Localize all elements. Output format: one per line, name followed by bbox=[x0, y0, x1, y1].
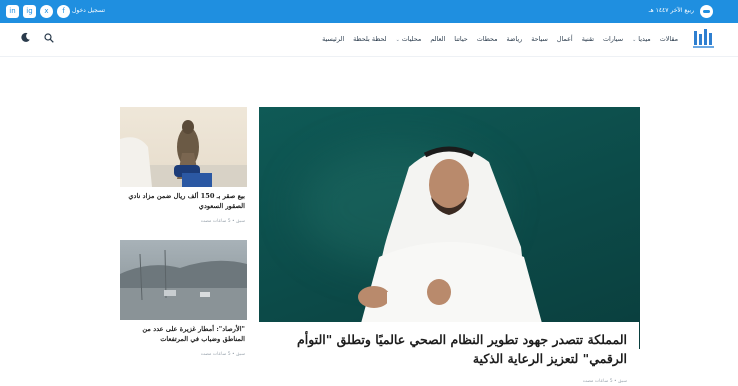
nav-item-business[interactable]: أعمال bbox=[557, 35, 573, 43]
search-icon[interactable] bbox=[44, 33, 54, 43]
card-thumbnail[interactable] bbox=[120, 240, 247, 320]
nav-item-sports[interactable]: رياضة bbox=[507, 35, 523, 43]
chevron-down-icon: ⌄ bbox=[395, 37, 400, 43]
card-thumbnail[interactable] bbox=[120, 107, 247, 187]
card-headline[interactable]: بيع صقر بـ 150 ألف ريال ضمن مزاد نادي ال… bbox=[120, 191, 247, 211]
x-icon[interactable]: x bbox=[40, 5, 53, 18]
hijri-date: ربيع الآخر ١٤٤٧ هـ bbox=[648, 7, 694, 14]
card-meta: سبق • 5 ساعات مضت bbox=[200, 352, 245, 357]
falcon-image bbox=[120, 120, 247, 187]
nav-item-cars[interactable]: سيارات bbox=[603, 35, 623, 43]
login-link[interactable]: تسجيل دخول bbox=[72, 7, 105, 14]
linkedin-icon[interactable]: in bbox=[6, 5, 19, 18]
nav-item-local[interactable]: محليات⌄ bbox=[396, 35, 422, 43]
site-logo[interactable] bbox=[692, 28, 716, 50]
facebook-icon[interactable]: f bbox=[57, 5, 70, 18]
nav-item-live[interactable]: لحظة بلحظة bbox=[353, 35, 386, 43]
nav-item-world[interactable]: العالم bbox=[430, 35, 445, 43]
nav-menu: الرئيسية لحظة بلحظة محليات⌄ العالم حياتن… bbox=[313, 35, 678, 43]
nav-item-life[interactable]: حياتنا bbox=[454, 35, 467, 43]
speaker-figure bbox=[354, 146, 549, 349]
nav-item-tourism[interactable]: سياحة bbox=[531, 35, 548, 43]
weather-icon bbox=[700, 5, 713, 18]
news-card[interactable]: "الأرصاد": أمطار غزيرة على عدد من المناط… bbox=[120, 240, 247, 357]
rain-road-image bbox=[120, 249, 247, 320]
main-nav: الرئيسية لحظة بلحظة محليات⌄ العالم حياتن… bbox=[0, 23, 738, 57]
nav-item-home[interactable]: الرئيسية bbox=[322, 35, 344, 43]
card-meta: سبق • 5 ساعات مضت bbox=[200, 219, 245, 224]
nav-item-tech[interactable]: تقنية bbox=[582, 35, 594, 43]
nav-item-media[interactable]: ميديا⌄ bbox=[632, 35, 651, 43]
nav-item-stations[interactable]: محطات bbox=[477, 35, 498, 43]
dark-mode-icon[interactable] bbox=[20, 32, 31, 43]
apple-icon[interactable] bbox=[720, 6, 728, 16]
chevron-down-icon: ⌄ bbox=[632, 37, 637, 43]
instagram-icon[interactable]: ig bbox=[23, 5, 36, 18]
top-bar: ربيع الآخر ١٤٤٧ هـ تسجيل دخول in ig x f bbox=[0, 0, 738, 23]
card-headline[interactable]: "الأرصاد": أمطار غزيرة على عدد من المناط… bbox=[120, 324, 247, 344]
news-card[interactable]: بيع صقر بـ 150 ألف ريال ضمن مزاد نادي ال… bbox=[120, 107, 247, 224]
hero-caption: المملكة تتصدر جهود تطوير النظام الصحي عا… bbox=[259, 322, 639, 386]
hero-image[interactable] bbox=[259, 107, 640, 349]
hero-headline[interactable]: المملكة تتصدر جهود تطوير النظام الصحي عا… bbox=[282, 330, 627, 368]
nav-item-articles[interactable]: مقالات bbox=[660, 35, 678, 43]
hero-meta: سبق • 5 ساعات مضت bbox=[582, 379, 627, 384]
social-links: in ig x f bbox=[6, 5, 70, 18]
